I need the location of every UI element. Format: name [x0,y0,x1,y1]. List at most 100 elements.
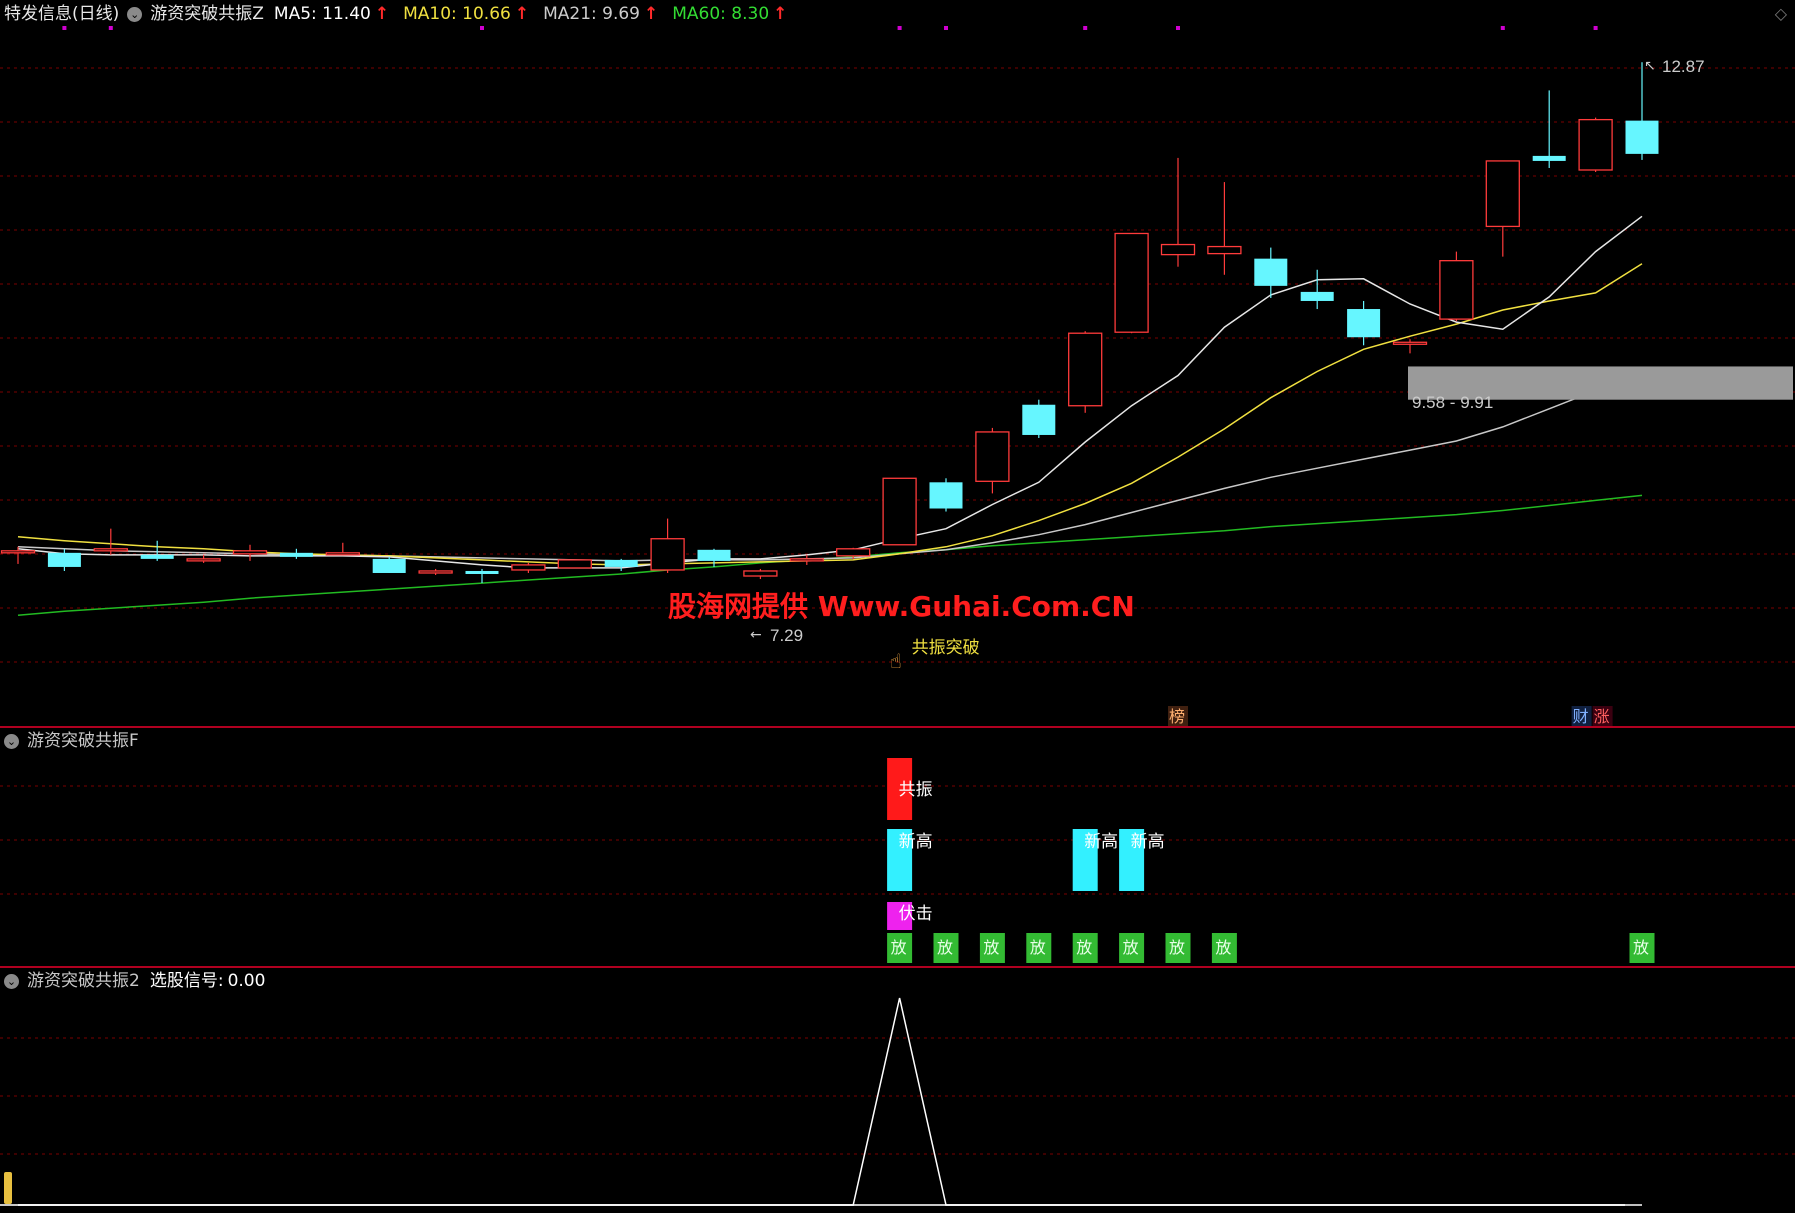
candle [1392,339,1428,354]
candle-body [465,570,499,574]
candle-body [511,564,546,571]
watermark: 股海网提供 Www.Guhai.Com.CN [668,590,1135,623]
ma60-label: MA60: 8.30 [672,4,770,24]
candle-body [789,558,824,562]
ma10-up-icon: ↑ [514,4,530,24]
signal-dot [1593,26,1598,30]
candle [1347,300,1381,346]
candle-body [1022,404,1056,435]
candle-body [186,558,221,562]
release-label: 放 [983,938,999,957]
sub-f-title[interactable]: 游资突破共振F [27,729,139,753]
badge-finance: 财 [1573,707,1589,726]
release-label: 放 [1169,938,1185,957]
ma60-up-icon: ↑ [773,4,788,24]
resonance-label: 共振 [899,780,933,800]
candle-body [1114,232,1149,333]
ma5-label: MA5: 11.40 [273,4,371,24]
candle [325,542,360,556]
candle-body [1392,341,1428,345]
candle [1068,331,1103,413]
selection-signal-line [18,997,1642,1206]
low-arrow-icon: ← [750,627,762,643]
candle [1114,232,1149,334]
candle-body [1254,258,1288,286]
collapse-icon[interactable]: ⌄ [127,6,143,22]
signal-dot [62,26,67,30]
candle [929,478,963,512]
candle-body [1068,332,1103,407]
stock-title[interactable]: 特发信息(日线) [4,2,119,26]
candle [975,427,1010,494]
candle-body [279,552,313,557]
signal-dot [897,26,902,30]
release-label: 放 [937,938,953,957]
diamond-icon[interactable]: ◇ [1775,4,1787,23]
candle [1022,399,1056,438]
newhigh-label: 新高 [899,832,933,852]
candle-body [47,552,81,567]
candle-body [743,570,778,577]
top-signal-dots [62,26,1598,30]
release-label: 放 [1123,938,1139,957]
candle-body [1207,245,1242,255]
collapse-icon[interactable]: ⌄ [4,973,19,989]
candle [557,559,592,569]
ma21-up-icon: ↑ [644,4,659,24]
main-header: 特发信息(日线) ⌄ 游资突破共振Z MA5: 11.40 ↑ MA10: 10.… [4,2,797,26]
candle [1532,90,1566,168]
candle [279,548,313,559]
candle-body [140,554,174,559]
candle [743,568,778,580]
signal-dot [1176,26,1180,30]
candle-body [325,552,360,556]
ma5-up-icon: ↑ [374,4,390,24]
candle-body [418,570,453,574]
ma10-line [17,263,1643,566]
signal-dot [944,26,948,30]
newhigh-label: 新高 [1131,832,1165,852]
candle-body [372,558,406,573]
low-price-label: 7.29 [770,626,803,645]
collapse-icon[interactable]: ⌄ [4,733,19,749]
indicator-name[interactable]: 游资突破共振Z [150,2,264,26]
candles [0,62,1659,584]
sub-f-header: ⌄ 游资突破共振F [0,729,139,753]
candle-body [557,559,592,569]
zone-range-label: 9.58 - 9.91 [1412,393,1493,412]
high-price-label: 12.87 [1662,57,1705,76]
candle-body [975,431,1010,482]
candle [1485,160,1520,257]
moving-averages [17,215,1643,617]
candle-body [1347,309,1381,338]
candle [511,562,546,573]
candle [232,544,268,561]
candle-body [604,559,638,567]
candle-body [650,538,685,571]
kline-chart[interactable]: 共振新高 新高 新高伏击放放放放放放放放放 ↖ 12.87← 7.299.58 - 9.… [0,0,1795,1209]
signal-dot [1083,26,1088,30]
candle-body [882,477,917,546]
newhigh-label: 新高 [1084,832,1118,852]
candle [1439,251,1474,322]
grid-lines [0,67,1795,1206]
candle-body [1160,243,1196,256]
candle-body [697,549,731,561]
candle [1300,269,1334,310]
candle [93,528,128,555]
candle-body [836,548,871,557]
sub-panel-f-bars: 共振新高 新高 新高伏击放放放放放放放放放 [887,758,1655,963]
breakout-label: 共振突破 [912,638,980,658]
candle-body [929,482,963,509]
candle-body [1300,291,1334,301]
release-label: 放 [1030,938,1046,957]
candle [1160,157,1196,267]
candle-body [0,550,36,554]
sub-2-title[interactable]: 游资突破共振2 [27,969,140,993]
candle [882,477,917,546]
release-label: 放 [1076,938,1092,957]
signal-dot [108,26,113,30]
candle-body [1625,120,1659,154]
candle [604,558,638,571]
selection-signal-value: 0.00 [227,971,266,991]
